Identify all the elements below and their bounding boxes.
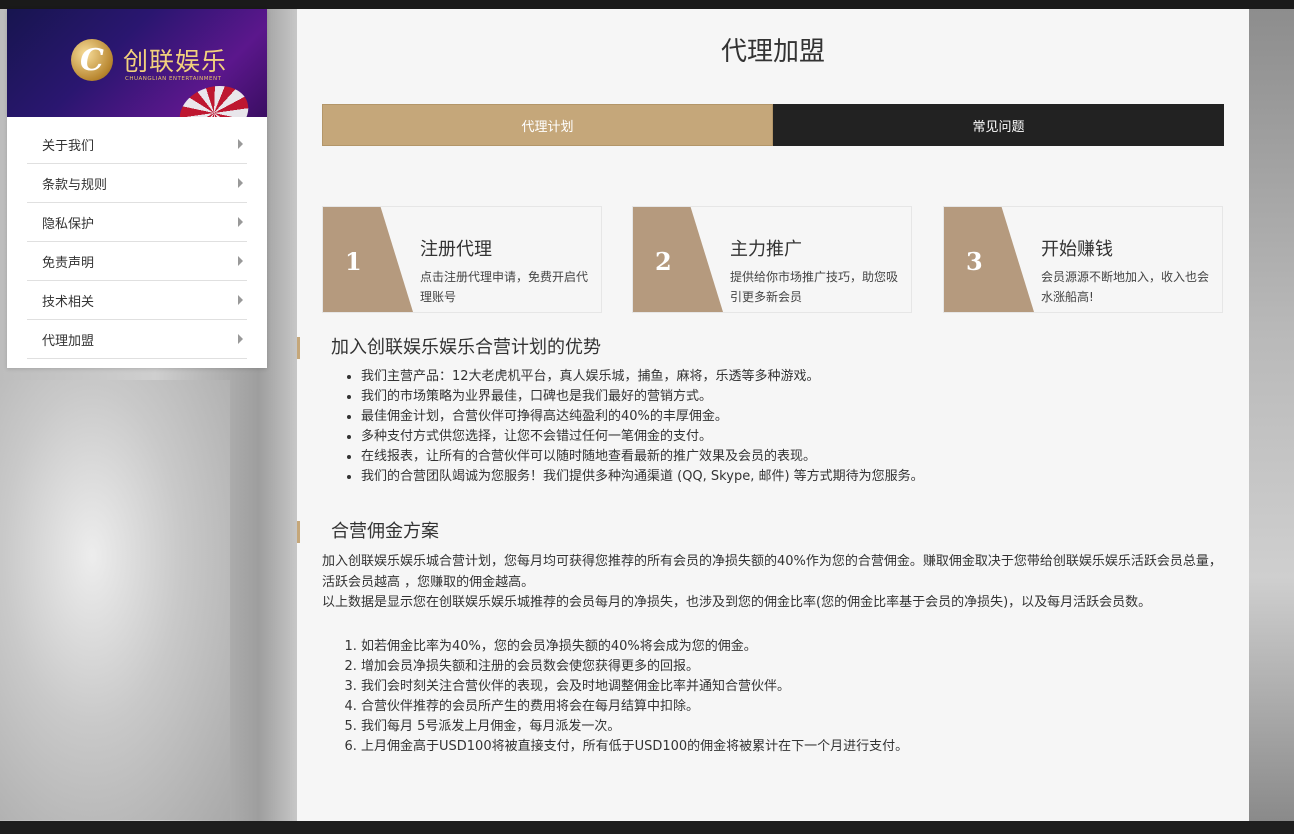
section-heading-advantages: 加入创联娱乐娱乐合营计划的优势 [297,337,601,359]
step-title: 主力推广 [730,239,802,260]
brand-logo[interactable]: C 创联娱乐 CHUANGLIAN ENTERTAINMENT [7,9,267,117]
background-right-figure [1248,9,1294,821]
list-item: 增加会员净损失额和注册的会员数会使您获得更多的回报。 [361,657,908,677]
chevron-right-icon [238,139,243,149]
chevron-right-icon [238,217,243,227]
tab-agent-plan[interactable]: 代理计划 [322,104,773,146]
tab-faq[interactable]: 常见问题 [773,104,1224,146]
logo-name-en: CHUANGLIAN ENTERTAINMENT [125,76,222,82]
advantages-list: 我们主营产品：12大老虎机平台，真人娱乐城，捕鱼，麻将，乐透等多种游戏。 我们的… [342,367,924,487]
step-title: 开始赚钱 [1041,239,1113,260]
step-desc: 提供给你市场推广技巧，助您吸引更多新会员 [730,270,899,304]
list-item: 最佳佣金计划，合营伙伴可挣得高达纯盈利的40%的丰厚佣金。 [361,407,924,427]
page-title: 代理加盟 [720,37,825,67]
sidebar: C 创联娱乐 CHUANGLIAN ENTERTAINMENT 关于我们 条款与… [7,9,267,368]
chevron-right-icon [238,178,243,188]
step-number: 3 [966,247,983,276]
list-item: 我们会时刻关注合营伙伴的表现，会及时地调整佣金比率并通知合营伙伴。 [361,677,908,697]
list-item: 我们的市场策略为业界最佳，口碑也是我们最好的营销方式。 [361,387,924,407]
list-item: 上月佣金高于USD100将被直接支付，所有低于USD100的佣金将被累计在下一个… [361,737,908,757]
step-number: 1 [345,247,362,276]
step-number-block: 2 [633,207,723,312]
step-number-block: 3 [944,207,1034,312]
logo-name-cn: 创联娱乐 [123,47,228,76]
sidebar-item-disclaimer[interactable]: 免责声明 [27,242,247,281]
chevron-right-icon [238,256,243,266]
sidebar-item-label: 代理加盟 [42,333,95,349]
sidebar-item-about[interactable]: 关于我们 [27,125,247,164]
top-bar [0,0,1294,9]
sidebar-item-label: 关于我们 [42,138,95,154]
sidebar-item-label: 隐私保护 [42,216,95,232]
bottom-bar [0,821,1294,834]
list-item: 如若佣金比率为40%，您的会员净损失额的40%将会成为您的佣金。 [361,637,908,657]
step-desc: 点击注册代理申请，免费开启代理账号 [420,270,589,304]
commission-paragraph-1: 加入创联娱乐娱乐城合营计划，您每月均可获得您推荐的所有会员的净损失额的40%作为… [322,554,1222,590]
section-heading-commission: 合营佣金方案 [297,521,439,543]
list-item: 在线报表，让所有的合营伙伴可以随时随地查看最新的推广效果及会员的表现。 [361,447,924,467]
commission-paragraph-2: 以上数据是显示您在创联娱乐娱乐城推荐的会员每月的净损失，也涉及到您的佣金比率(您… [322,595,1152,610]
list-item: 我们主营产品：12大老虎机平台，真人娱乐城，捕鱼，麻将，乐透等多种游戏。 [361,367,924,387]
chevron-right-icon [238,295,243,305]
step-title: 注册代理 [420,239,492,260]
step-card-1: 1 注册代理 点击注册代理申请，免费开启代理账号 [322,206,602,313]
sidebar-item-label: 条款与规则 [42,177,108,193]
casino-chip-icon [172,77,256,117]
step-number: 2 [655,247,672,276]
sidebar-item-tech[interactable]: 技术相关 [27,281,247,320]
list-item: 合营伙伴推荐的会员所产生的费用将会在每月结算中扣除。 [361,697,908,717]
step-card-2: 2 主力推广 提供给你市场推广技巧，助您吸引更多新会员 [632,206,912,313]
sidebar-item-terms[interactable]: 条款与规则 [27,164,247,203]
logo-mark: C [71,39,113,81]
list-item: 我们的合营团队竭诚为您服务！我们提供多种沟通渠道 (QQ, Skype, 邮件)… [361,467,924,487]
list-item: 我们每月 5号派发上月佣金，每月派发一次。 [361,717,908,737]
sidebar-nav: 关于我们 条款与规则 隐私保护 免责声明 技术相关 代理加盟 [7,117,267,359]
sidebar-item-agent[interactable]: 代理加盟 [27,320,247,359]
commission-rules-list: 如若佣金比率为40%，您的会员净损失额的40%将会成为您的佣金。 增加会员净损失… [342,637,908,757]
sidebar-item-privacy[interactable]: 隐私保护 [27,203,247,242]
chevron-right-icon [238,334,243,344]
list-item: 多种支付方式供您选择，让您不会错过任何一笔佣金的支付。 [361,427,924,447]
sidebar-item-label: 技术相关 [42,294,95,310]
sidebar-item-label: 免责声明 [42,255,95,271]
step-card-3: 3 开始赚钱 会员源源不断地加入，收入也会水涨船高! [943,206,1223,313]
step-desc: 会员源源不断地加入，收入也会水涨船高! [1041,270,1210,304]
step-number-block: 1 [323,207,413,312]
background-racer-figure [0,380,230,820]
main-content: 代理加盟 代理计划 常见问题 1 注册代理 点击注册代理申请，免费开启代理账号 … [297,9,1249,821]
